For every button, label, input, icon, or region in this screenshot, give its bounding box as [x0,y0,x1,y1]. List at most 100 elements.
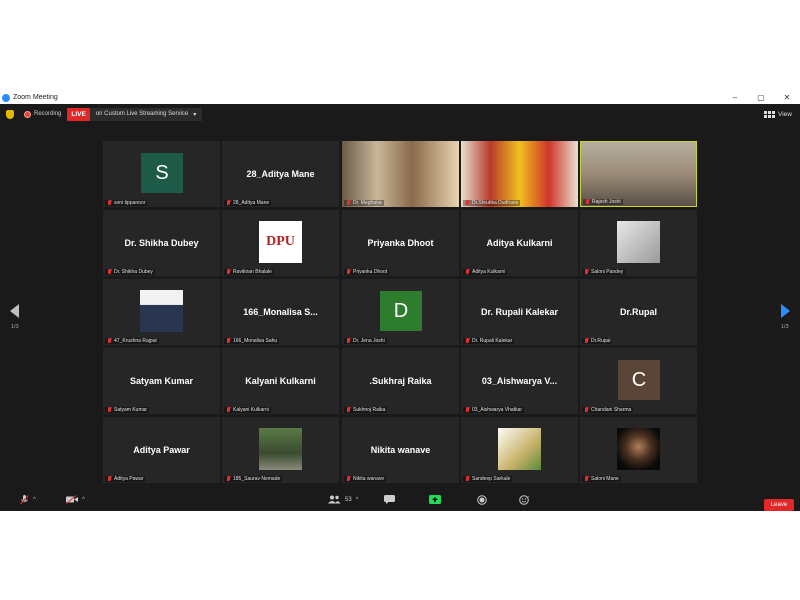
mic-muted-icon [226,407,231,413]
participant-display-name: Kalyani Kulkarni [245,376,316,386]
zoom-logo-icon [2,93,10,102]
mic-muted-icon [346,407,351,413]
participant-name: Dr. Rupali Kalekar [472,338,513,344]
mic-muted-icon [20,495,29,505]
mic-muted-icon [107,269,112,275]
zoom-window: Zoom Meeting – ▢ ✕ Recording LIVE on Cus… [0,91,800,511]
participant-tile[interactable]: Saloni Mane [580,417,697,483]
participant-tile[interactable]: Dr.Shrutika Dudhane [461,141,578,207]
participant-avatar: D [380,291,422,331]
participant-tile[interactable]: D Dr. Jena Joshi [342,279,459,345]
maximize-button[interactable]: ▢ [748,93,774,102]
participant-tile[interactable]: Dr. Shikha Dubey Dr. Shikha Dubey [103,210,220,276]
participant-tile[interactable]: DPU Ravikiran Bhalale [222,210,339,276]
minimize-button[interactable]: – [722,93,748,102]
title-bar: Zoom Meeting – ▢ ✕ [0,91,800,104]
participant-tile[interactable]: 47_Krushna Rajput [103,279,220,345]
share-screen-icon [429,495,441,504]
record-button[interactable] [477,495,487,505]
participant-name: 47_Krushna Rajput [114,338,157,344]
participant-display-name: .Sukhraj Raika [369,376,432,386]
participant-name-label: Rajesh Joshi [583,199,623,205]
participant-avatar: S [141,153,183,193]
participant-name: soni tippanoor [114,200,146,206]
participant-tile[interactable]: Dr.Rupal Dr.Rupal [580,279,697,345]
participant-tile[interactable]: 28_Aditya Mane 28_Aditya Mane [222,141,339,207]
leave-button[interactable]: Leave [764,499,794,511]
mic-muted-icon [226,338,231,344]
view-button[interactable]: View [764,110,792,118]
participant-tile[interactable]: .Sukhraj Raika Sukhnoj Raika [342,348,459,414]
participant-name-label: 166_Monalisa Sahu [224,338,280,344]
mic-muted-icon [346,200,351,206]
participant-name: 185_Saurav Nemade [233,476,281,482]
participant-tile[interactable]: Rajesh Joshi [580,141,697,207]
participant-tile[interactable]: Aditya Kulkarni Aditya Kulkarni [461,210,578,276]
participant-tile[interactable]: Kalyani Kulkarni Kalyani Kulkarni [222,348,339,414]
participant-photo [498,428,541,470]
mic-muted-icon [226,476,231,482]
meeting-toolbar: ^ ^ 53 ^ + Leave [0,492,800,511]
participant-name: Rajesh Joshi [592,199,621,205]
participant-name-label: Priyanka Dhoot [344,269,390,275]
participant-tile[interactable]: Dr. Rupali Kalekar Dr. Rupali Kalekar [461,279,578,345]
participant-name: Saloni Mane [591,476,619,482]
video-options-caret-icon[interactable]: ^ [82,497,85,503]
participant-tile[interactable]: Aditya Pawar Aditya Pawar [103,417,220,483]
participant-display-name: Nikita wanave [370,445,431,455]
close-button[interactable]: ✕ [774,93,800,102]
chat-button[interactable] [384,495,395,504]
participant-name-label: Sandeep Sarkale [463,476,513,482]
participant-name: Dr. Shikha Dubey [114,269,153,275]
participant-tile[interactable]: Sandeep Sarkale [461,417,578,483]
participant-tile[interactable]: C Chandani Sharma [580,348,697,414]
recording-label: Recording [34,111,62,117]
participants-button[interactable]: 53 ^ [328,495,359,504]
page-indicator-left: 1/3 [11,324,19,330]
participants-options-caret-icon[interactable]: ^ [356,497,359,503]
participant-name: 166_Monalisa Sahu [233,338,278,344]
participant-tile[interactable]: Saloni Pandey [580,210,697,276]
participant-name-label: 28_Aditya Mane [224,200,272,206]
next-page-arrow-icon[interactable] [781,304,790,318]
chat-bubble-icon [384,495,395,504]
mic-muted-icon [584,338,589,344]
participant-tile[interactable]: Priyanka Dhoot Priyanka Dhoot [342,210,459,276]
page-indicator-right: 1/3 [781,324,789,330]
security-shield-icon[interactable] [6,109,14,119]
mic-muted-icon [584,269,589,275]
participant-name: Dr.Shrutika Dudhane [472,200,519,206]
participant-display-name: Satyam Kumar [129,376,194,386]
participant-tile[interactable]: Nikita wanave Nikita wanave [342,417,459,483]
mic-muted-icon [584,407,589,413]
participant-name-label: Dr. Meghana [344,200,384,206]
stream-service-dropdown[interactable]: on Custom Live Streaming Service ▾ [89,107,203,121]
participant-name: Dr.Rupal [591,338,611,344]
mic-muted-icon [346,476,351,482]
participant-tile[interactable]: 166_Monalisa S... 166_Monalisa Sahu [222,279,339,345]
share-screen-button[interactable] [429,495,441,504]
meeting-status-bar: Recording LIVE on Custom Live Streaming … [0,104,800,124]
video-button[interactable]: ^ [66,495,85,504]
participant-name-label: Saloni Pandey [582,269,626,275]
participant-tile[interactable]: Satyam Kumar Satyam Kumar [103,348,220,414]
previous-page-arrow-icon[interactable] [10,304,19,318]
participant-tile[interactable]: Dr. Meghana [342,141,459,207]
participant-name-label: Sukhnoj Raika [344,407,388,413]
participant-name-label: Dr. Shikha Dubey [105,269,155,275]
participant-tile[interactable]: S soni tippanoor [103,141,220,207]
participant-name: 03_Aishwarya Vhatkar [472,407,523,413]
participant-display-name: 03_Aishwarya V... [481,376,558,386]
participant-name: Nikita wanave [353,476,385,482]
participant-photo [617,428,660,470]
mute-options-caret-icon[interactable]: ^ [33,497,36,503]
participant-tile[interactable]: 185_Saurav Nemade [222,417,339,483]
participant-name: Dr. Jena Joshi [353,338,385,344]
mic-muted-icon [585,199,590,205]
participant-logo: DPU [259,221,302,263]
view-label: View [778,110,792,118]
participant-tile[interactable]: 03_Aishwarya V... 03_Aishwarya Vhatkar [461,348,578,414]
mute-button[interactable]: ^ [20,495,36,505]
reactions-button[interactable]: + [519,495,530,505]
participant-video [581,142,696,206]
